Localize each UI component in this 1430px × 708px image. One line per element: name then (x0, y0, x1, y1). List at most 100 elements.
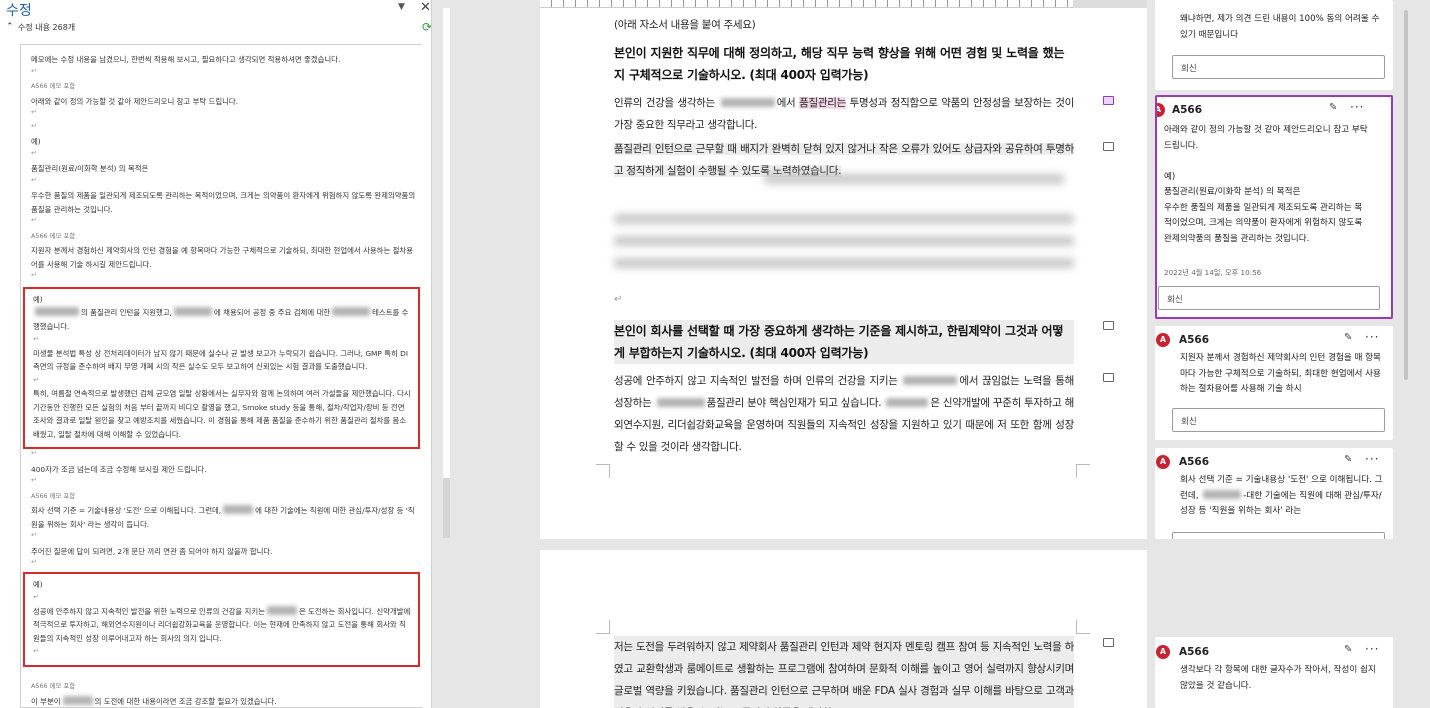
comment-card-selected[interactable]: A A566 ✎ ··· 아래와 같이 정의 가능할 것 같아 제안드리오니 참… (1155, 95, 1393, 319)
revision-author: A566 메모 포함 (31, 682, 76, 690)
commented-text[interactable]: 품질관리는 (799, 97, 846, 109)
avatar: A (1156, 645, 1170, 659)
page-corner-mark (1076, 464, 1090, 478)
pencil-icon[interactable]: ✎ (1344, 332, 1352, 343)
comment-card[interactable]: A A566 ✎ ··· 생각보다 각 항목에 대한 글자수가 작아서, 작성이… (1155, 637, 1393, 708)
revision-text: 우수한 품질의 제품을 일관되게 제조되도록 관리하는 목적이었으며, 크게는 … (31, 191, 416, 214)
revision-item[interactable]: A566 메모 포함 이 부분이 의 도전에 대한 내용이라면 조금 강조할 필요… (31, 680, 416, 707)
revisions-title: 수정 (6, 3, 32, 19)
comment-icon[interactable] (1103, 638, 1114, 647)
reply-field[interactable]: 회신 (1172, 55, 1385, 79)
pencil-icon[interactable]: ✎ (1329, 102, 1337, 113)
doc-question-1[interactable]: 본인이 지원한 직무에 대해 정의하고, 해당 직무 능력 향상을 위해 어떤 … (614, 42, 1074, 86)
highlight-box-example-2[interactable]: 예) ↵ 성공에 안주하지 않고 지속적인 발전을 위한 노력으로 인류의 건강… (23, 571, 420, 667)
more-icon[interactable]: ··· (1365, 642, 1379, 656)
chevron-down-icon[interactable]: ▼ (398, 2, 405, 12)
doc-text: 품질관리 인턴으로 근무할 때 배지가 완벽히 닫혀 있지 않거나 작은 오류가… (614, 143, 1074, 177)
paragraph-mark: ↵ (31, 175, 37, 184)
revision-text: 주어진 질문에 답이 되려면, 2개 문단 끼리 연관 좀 되어야 하지 않을까… (31, 546, 273, 556)
scrollbar[interactable] (1404, 10, 1408, 380)
comment-author: A566 (1179, 646, 1210, 658)
document-page[interactable]: 저는 도전을 두려워하지 않고 제약회사 품질관리 인턴과 제약 현지자 멘토링… (540, 550, 1147, 708)
revision-text: 예) (33, 579, 43, 589)
revision-author: A566 메모 포함 (31, 231, 76, 240)
comment-text: 아래와 같이 정의 가능할 것 같아 제안드리오니 참고 부탁 드립니다. 예)… (1164, 125, 1368, 244)
revision-item[interactable]: 400자가 조금 넘는데 조금 수정해 보시길 제안 드립니다. (31, 463, 416, 477)
revision-text: 미생물 분석법 특성 상 전처리데이터가 남지 않기 때문에 실수나 균 발생 … (33, 348, 409, 372)
doc-answer-1[interactable]: 인류의 건강을 생각하는 에서 품질관리는 투명성과 정직함으로 약품의 안정성… (614, 92, 1074, 136)
paragraph-mark: ↵ (614, 294, 623, 305)
revision-text: 아래와 같이 정의 가능할 것 같아 제안드리오니 참고 부탁 드립니다. (31, 96, 239, 106)
revision-text: 의 도전에 대한 내용이라면 조금 강조할 필요가 있겠습니다. (94, 696, 277, 706)
revision-item[interactable]: A566 메모 포함 회사 선택 기준 = 기술내용상 '도전' 으로 이해됩니… (31, 490, 416, 532)
revision-text: 의 품질관리 인턴을 지원했고, (81, 308, 172, 317)
paragraph-mark: ↵ (31, 271, 37, 279)
comment-card[interactable]: A A566 ✎ ··· 지원자 분께서 경험하신 제약회사의 인턴 경험을 매… (1155, 326, 1393, 440)
comment-text: 지원자 분께서 경험하신 제약회사의 인턴 경험을 매 항목마다 가능한 구체적… (1180, 353, 1381, 394)
close-icon[interactable]: ✕ (420, 0, 431, 15)
revisions-count-bar[interactable]: ⌃ 수정 내용 268개 ⟳ (0, 20, 431, 37)
revision-item[interactable]: 메모에는 수정 내용을 남겼으니, 한번씩 적용해 보시고, 필요하다고 생각되… (31, 53, 416, 67)
paragraph-mark: ↵ (31, 121, 37, 130)
comment-icon[interactable] (1103, 321, 1114, 330)
revision-item[interactable]: 예) (31, 135, 416, 149)
revision-item[interactable]: A566 메모 포함 아래와 같이 정의 가능할 것 같아 제안드리오니 참고 … (31, 80, 416, 108)
refresh-icon[interactable]: ⟳ (422, 20, 431, 34)
paragraph-mark: ↵ (33, 375, 39, 384)
revision-item[interactable]: 품질관리(원료/이화학 분석) 의 목적은 (31, 162, 416, 176)
revision-item[interactable]: 우수한 품질의 제품을 일관되게 제조되도록 관리하는 목적이었으며, 크게는 … (31, 189, 416, 216)
horizontal-ruler[interactable] (540, 0, 1147, 8)
revision-text: 특히, 여름철 연속적으로 발생했던 검체 균오염 일탈 상황에서는 실무자와 … (33, 389, 411, 439)
highlight-box-example-1[interactable]: 예) 의 품질관리 인턴을 지원했고, 에 채용되어 공정 중 주요 검체에 대한… (23, 286, 420, 449)
comment-date: 2022년 4월 14일, 오후 10:56 (1164, 268, 1262, 277)
more-icon[interactable]: ··· (1365, 452, 1379, 466)
avatar: A (1157, 103, 1165, 117)
vertical-ruler (443, 8, 450, 538)
revision-text: 이 부분이 (31, 696, 61, 706)
comment-author: A566 (1179, 456, 1210, 468)
revision-item[interactable]: A566 메모 포함 지원자 분께서 경험하신 제약회사의 인턴 경험을 예 항… (31, 230, 416, 272)
revision-text: 예) (31, 137, 41, 146)
paragraph-mark: ↵ (33, 593, 39, 601)
reply-field[interactable]: 회신 (1172, 532, 1385, 539)
comment-card[interactable]: 왜냐하면, 제가 의견 드린 내용이 100% 동의 어려울 수 있기 때문입니… (1155, 0, 1393, 90)
doc-answer-2[interactable]: 품질관리 인턴으로 근무할 때 배지가 완벽히 닫혀 있지 않거나 작은 오류가… (614, 138, 1074, 190)
redacted-text (1203, 489, 1242, 499)
more-icon[interactable]: ··· (1365, 330, 1379, 344)
doc-answer-3[interactable]: 성공에 안주하지 않고 지속적인 발전을 하며 인류의 건강을 지키는 에서 끊… (614, 370, 1074, 458)
comment-icon[interactable] (1103, 373, 1114, 382)
paragraph-mark: ↵ (31, 558, 37, 566)
comment-icon[interactable] (1103, 142, 1114, 151)
reply-field[interactable]: 회신 (1158, 286, 1380, 310)
paragraph-mark: ↵ (31, 148, 37, 157)
doc-intro[interactable]: (아래 자소서 내용을 붙여 주세요) (614, 14, 1074, 36)
paragraph-mark: ↵ (31, 108, 37, 116)
doc-text: 품질관리 분야 핵심인재가 되고 싶습니다. (706, 397, 882, 409)
revision-author: A566 메모 포함 (31, 82, 76, 90)
paragraph-mark: ↵ (31, 216, 37, 224)
vertical-ruler-margin (443, 478, 450, 538)
redacted-text (332, 307, 371, 316)
redacted-text (223, 505, 254, 514)
comment-card[interactable]: A A566 ✎ ··· 회사 선택 기준 = 기술내용상 '도전' 으로 이해… (1155, 448, 1393, 539)
document-page[interactable]: (아래 자소서 내용을 붙여 주세요) 본인이 지원한 직무에 대해 정의하고,… (540, 8, 1147, 539)
revisions-count: 수정 내용 268개 (18, 23, 76, 32)
avatar: A (1156, 455, 1170, 469)
more-icon[interactable]: ··· (1350, 100, 1364, 114)
pencil-icon[interactable]: ✎ (1344, 454, 1352, 465)
doc-question-2[interactable]: 본인이 회사를 선택할 때 가장 중요하게 생각하는 기준을 제시하고, 한림제… (614, 320, 1074, 364)
pencil-icon[interactable]: ✎ (1344, 644, 1352, 655)
revisions-header: 수정 ▼ ✕ (0, 0, 431, 20)
revisions-list[interactable]: 메모에는 수정 내용을 남겼으니, 한번씩 적용해 보시고, 필요하다고 생각되… (20, 44, 422, 708)
collapse-icon[interactable]: ⌃ (6, 22, 14, 32)
redacted-line (614, 214, 1074, 224)
redacted-text (174, 307, 212, 316)
redacted-text (720, 98, 775, 107)
doc-answer-4[interactable]: 저는 도전을 두려워하지 않고 제약회사 품질관리 인턴과 제약 현지자 멘토링… (614, 636, 1074, 708)
revision-item[interactable]: 주어진 질문에 답이 되려면, 2개 문단 끼리 연관 좀 되어야 하지 않을까… (31, 545, 416, 559)
paragraph-mark: ↵ (33, 335, 39, 343)
comment-icon[interactable] (1103, 96, 1114, 105)
redacted-text (903, 376, 958, 385)
reply-field[interactable]: 회신 (1172, 408, 1385, 432)
paragraph-mark: ↵ (31, 531, 37, 539)
